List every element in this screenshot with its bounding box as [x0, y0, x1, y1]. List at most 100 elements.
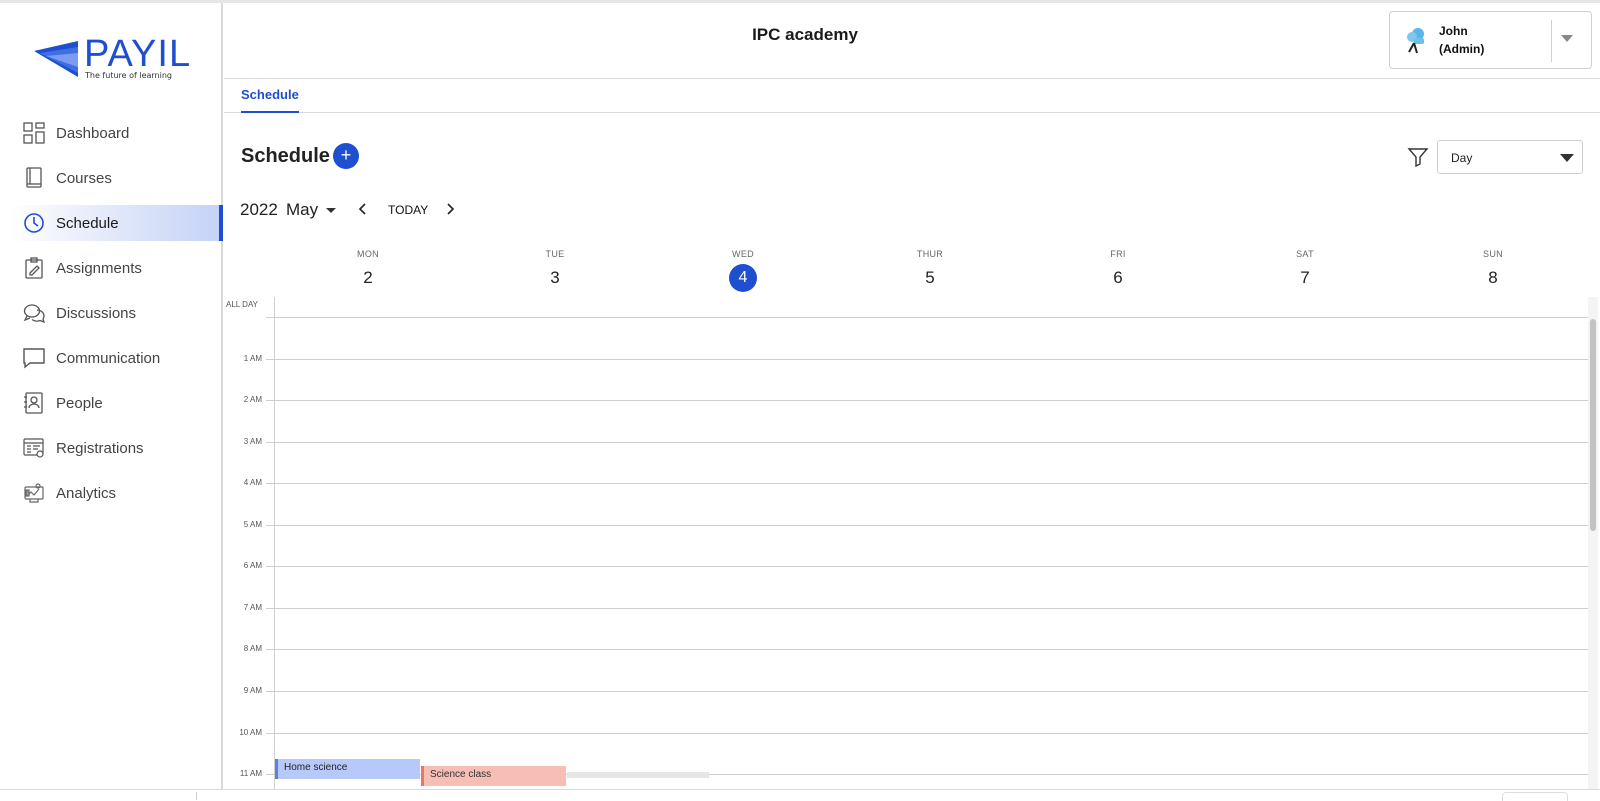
sidebar-item-label: Dashboard: [56, 124, 130, 142]
day-name: FRI: [1110, 249, 1126, 259]
user-menu[interactable]: John (Admin): [1389, 11, 1592, 69]
schedule-heading: Schedule: [241, 145, 330, 167]
filter-icon[interactable]: [1407, 146, 1429, 168]
bottom-bar: [0, 789, 1600, 801]
sidebar: PAYIL The future of learning Dashboard C…: [0, 3, 223, 789]
clipboard-pencil-icon: [22, 256, 46, 280]
sidebar-item-registrations[interactable]: Registrations: [10, 430, 223, 466]
add-event-button[interactable]: +: [333, 143, 359, 169]
time-label: 9 AM: [243, 686, 262, 695]
time-label: 11 AM: [239, 769, 262, 778]
sidebar-item-label: Courses: [56, 169, 112, 187]
sidebar-item-people[interactable]: People: [10, 385, 223, 421]
book-icon: [22, 166, 46, 190]
day-name: MON: [357, 249, 379, 259]
event-title: Science class: [430, 769, 492, 780]
scrollbar-thumb[interactable]: [1590, 319, 1596, 531]
message-square-icon: [22, 346, 46, 370]
sidebar-item-label: Analytics: [56, 484, 117, 502]
day-name: TUE: [545, 249, 565, 259]
day-number: 2: [363, 268, 373, 287]
day-header-wed[interactable]: WED 4: [703, 249, 783, 292]
app-root: PAYIL The future of learning Dashboard C…: [0, 0, 1600, 801]
day-header-sat[interactable]: SAT 7: [1265, 249, 1345, 292]
time-label: 4 AM: [243, 478, 262, 487]
page-title: IPC academy: [752, 25, 858, 44]
sidebar-item-label: Communication: [56, 349, 161, 367]
day-header-thur[interactable]: THUR 5: [890, 249, 970, 292]
grid-divider: [274, 297, 275, 789]
sidebar-nav: Dashboard Courses Schedule Assignments D…: [10, 115, 223, 520]
logo-text: PAYIL: [84, 33, 192, 75]
view-select-value: Day: [1451, 151, 1473, 165]
month-label[interactable]: May: [286, 200, 318, 220]
event-science-class[interactable]: Science class: [421, 766, 566, 786]
day-name: WED: [732, 249, 754, 259]
tab-bar: Schedule: [224, 79, 1600, 113]
time-label: 2 AM: [243, 395, 262, 404]
time-label: 10 AM: [239, 728, 262, 737]
grid-line: [266, 608, 1592, 609]
vertical-scrollbar[interactable]: [1588, 297, 1598, 789]
grid-line: [266, 317, 1592, 318]
registration-form-icon: [22, 436, 46, 460]
sidebar-item-dashboard[interactable]: Dashboard: [10, 115, 223, 151]
caret-down-icon: [1560, 154, 1574, 162]
payil-logo[interactable]: PAYIL The future of learning: [34, 33, 194, 83]
today-button[interactable]: TODAY: [388, 203, 428, 217]
chevron-right-icon[interactable]: [443, 201, 457, 217]
contact-book-icon: [22, 391, 46, 415]
sidebar-item-analytics[interactable]: Analytics: [10, 475, 223, 511]
day-number: 5: [925, 268, 935, 287]
event-home-science[interactable]: Home science: [275, 759, 420, 779]
time-label: 6 AM: [243, 561, 262, 570]
event-title: Home science: [284, 762, 348, 773]
day-header-fri[interactable]: FRI 6: [1078, 249, 1158, 292]
user-name: John: [1439, 24, 1468, 38]
day-number: 6: [1113, 268, 1123, 287]
day-name: SAT: [1296, 249, 1314, 259]
event-partial[interactable]: [567, 772, 709, 778]
sidebar-item-assignments[interactable]: Assignments: [10, 250, 223, 286]
day-header-tue[interactable]: TUE 3: [515, 249, 595, 292]
day-number: 3: [550, 268, 560, 287]
sidebar-item-courses[interactable]: Courses: [10, 160, 223, 196]
logo-tagline: The future of learning: [85, 71, 172, 80]
sidebar-item-label: Discussions: [56, 304, 137, 322]
user-role: (Admin): [1439, 42, 1485, 56]
month-dropdown-icon[interactable]: [326, 208, 336, 213]
day-number: 8: [1488, 268, 1498, 287]
day-header-mon[interactable]: MON 2: [328, 249, 408, 292]
grid-line: [266, 691, 1592, 692]
clock-icon: [22, 211, 46, 235]
day-name: SUN: [1483, 249, 1503, 259]
chevron-left-icon[interactable]: [356, 201, 370, 217]
time-label: 3 AM: [243, 437, 262, 446]
user-name-block: John (Admin): [1439, 22, 1484, 58]
sidebar-item-schedule[interactable]: Schedule: [10, 205, 223, 241]
all-day-label: ALL DAY: [226, 300, 259, 309]
time-grid[interactable]: ALL DAY 1 AM 2 AM 3 AM 4 AM 5 AM 6 AM 7 …: [224, 297, 1600, 789]
bottom-divider: [196, 792, 197, 800]
grid-line: [266, 442, 1592, 443]
time-label: 1 AM: [243, 354, 262, 363]
user-menu-divider: [1551, 20, 1552, 62]
grid-line: [266, 733, 1592, 734]
caret-down-icon[interactable]: [1561, 35, 1573, 42]
tab-schedule[interactable]: Schedule: [241, 79, 299, 113]
day-name: THUR: [916, 249, 944, 259]
grid-line: [266, 525, 1592, 526]
top-header: IPC academy John (Admin): [224, 3, 1600, 79]
view-select[interactable]: Day: [1437, 140, 1583, 174]
bottom-button[interactable]: [1502, 792, 1568, 801]
sidebar-item-label: Assignments: [56, 259, 142, 277]
chat-bubbles-icon: [22, 301, 46, 325]
day-number-today: 4: [729, 264, 757, 292]
dashboard-icon: [22, 121, 46, 145]
day-header-sun[interactable]: SUN 8: [1453, 249, 1533, 292]
sidebar-item-label: Registrations: [56, 439, 144, 457]
sidebar-item-discussions[interactable]: Discussions: [10, 295, 223, 331]
grid-line: [266, 359, 1592, 360]
grid-line: [266, 483, 1592, 484]
sidebar-item-communication[interactable]: Communication: [10, 340, 223, 376]
